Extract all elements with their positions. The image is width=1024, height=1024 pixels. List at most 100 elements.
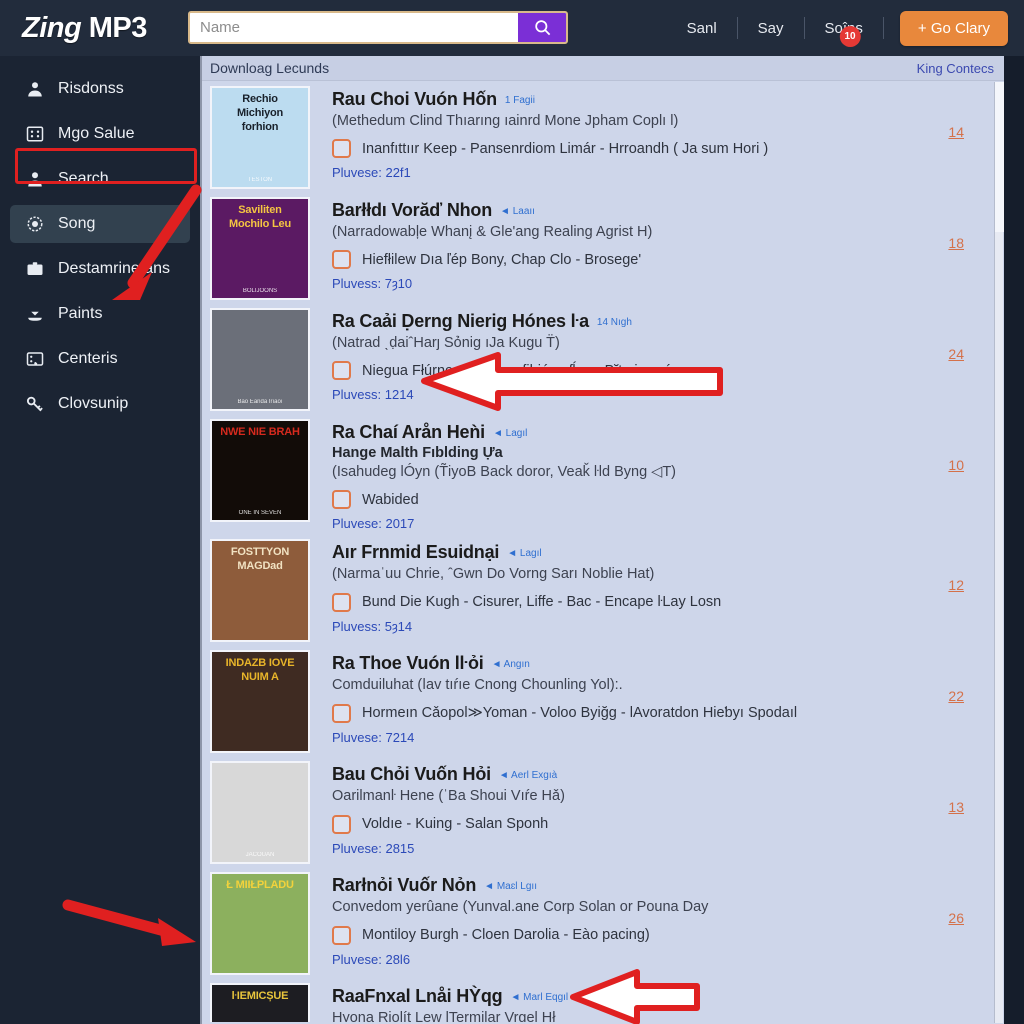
notification-badge: 10 — [839, 25, 861, 47]
item-tag[interactable]: ◄ Lagıl — [493, 428, 527, 439]
select-checkbox[interactable] — [332, 814, 351, 834]
item-checkbox-row[interactable]: Hiefłilew Dıa ľép Bony, Chap Clo - Brose… — [332, 250, 1004, 270]
list-item[interactable]: JACOUAN Bau Chỏi Vuốn Hỏi ◄ Aerl Exgıà Oari… — [210, 756, 1004, 867]
list-item[interactable]: INDAZB IOVE NUIM A Ra Thoe Vuón lŀỏi ◄ Ang… — [210, 645, 1004, 756]
item-description: (Narradowabļe Whanį & Gle'ang Realing Ag… — [332, 224, 653, 240]
list-item[interactable]: Ł MIIŁPLADU Rarłnỏi Vuốr Nỏn ◄ Maɛl Lgıı Co… — [210, 867, 1004, 978]
search-button[interactable] — [518, 13, 566, 42]
select-checkbox[interactable] — [332, 490, 351, 510]
item-description: Convedom yerûane (Yunval.ane Corp Solan … — [332, 899, 709, 916]
item-title[interactable]: Rau Choi Vuón Hốn — [332, 89, 497, 109]
list-item[interactable]: Saviliten Mochilo Leu BOLIJOONS Barłłdı Vo… — [210, 192, 1004, 303]
list-item[interactable]: Bao Eanda Irıaoı Ra Caải Ḍerng Nierig Hón… — [210, 303, 1004, 414]
item-title[interactable]: Barłłdı Vorăď Nhon — [332, 200, 492, 220]
item-checkbox-row[interactable]: Niegua Fłúrne - Dułšhvą fihińng ſĺan - B… — [332, 361, 1004, 381]
logo-mp3-text: MP3 — [88, 11, 148, 44]
item-description: Hyona Riolít Lew lTermilar Vrgel Hł — [332, 1010, 556, 1022]
album-thumbnail[interactable]: Bao Eanda Irıaoı — [210, 308, 310, 411]
sidebar-item-centeris[interactable]: Centeris — [10, 340, 190, 378]
app-logo[interactable]: Zing MP3 — [22, 12, 172, 45]
select-checkbox[interactable] — [332, 592, 351, 612]
album-thumbnail[interactable]: FOSTTYON MAGDad — [210, 539, 310, 643]
item-title[interactable]: Ra Thoe Vuón lŀỏi — [332, 653, 484, 673]
scrollbar-thumb[interactable] — [995, 82, 1004, 232]
checkbox-label: Hiefłilew Dıa ľép Bony, Chap Clo - Brose… — [362, 251, 642, 268]
item-title[interactable]: Ra Chaí Arån Heǹi — [332, 422, 485, 442]
item-checkbox-row[interactable]: Hormeın Cǎopol≫Yoman - Voloo Byiğg - lAv… — [332, 703, 1004, 723]
album-thumbnail[interactable]: Saviliten Mochilo Leu BOLIJOONS — [210, 197, 310, 300]
sidebar-item-search[interactable]: Search — [10, 160, 190, 198]
download-list: Rechio Michiyon forhion TESTON Rau Choi Vu… — [202, 81, 1004, 1022]
search-bar[interactable] — [188, 11, 568, 44]
sidebar-item-risdonss[interactable]: Risdonss — [10, 70, 190, 108]
item-count-link[interactable]: 18 — [948, 235, 964, 251]
item-title[interactable]: Ra Caải Ḍerng Nierig Hónes ŀa — [332, 311, 589, 331]
item-count-link[interactable]: 14 — [948, 124, 964, 140]
list-item[interactable]: ŀIEMICȘUE RaaFnxal Lnåi HỲqg ◄ Marl Eqgıl H… — [210, 978, 1004, 1022]
nav-item-say[interactable]: Say — [738, 20, 804, 37]
media-icon — [24, 349, 46, 369]
disc-icon — [24, 214, 46, 234]
list-item[interactable]: NWE NIE BRAH ONE IN SEVEN Ra Chaí Arån Heǹ… — [210, 414, 1004, 534]
album-thumbnail[interactable]: INDAZB IOVE NUIM A — [210, 650, 310, 754]
item-count-link[interactable]: 10 — [948, 457, 964, 473]
person-icon — [24, 169, 46, 189]
select-checkbox[interactable] — [332, 139, 351, 159]
item-checkbox-row[interactable]: Wabided — [332, 490, 1004, 510]
album-thumbnail[interactable]: JACOUAN — [210, 761, 310, 865]
item-title[interactable]: RaaFnxal Lnåi HỲqg — [332, 986, 503, 1006]
list-item[interactable]: FOSTTYON MAGDad Aır Frnmid Esuidnại ◄ Lagı… — [210, 534, 1004, 645]
list-item-body: Bau Chỏi Vuốn Hỏi ◄ Aerl Exgıà Oarilmanŀ H… — [310, 761, 1004, 864]
item-tag[interactable]: 1 Fagii — [505, 95, 535, 106]
search-icon — [534, 20, 550, 36]
item-count-link[interactable]: 24 — [948, 346, 964, 362]
checkbox-label: Bund Die Kugh - Cisurer, Liffe - Bac - E… — [362, 594, 722, 611]
item-count-link[interactable]: 26 — [948, 910, 964, 926]
item-count-link[interactable]: 13 — [948, 799, 964, 815]
album-thumbnail[interactable]: NWE NIE BRAH ONE IN SEVEN — [210, 419, 310, 522]
item-title[interactable]: Bau Chỏi Vuốn Hỏi — [332, 764, 491, 784]
item-title[interactable]: Rarłnỏi Vuốr Nỏn — [332, 875, 476, 895]
item-count-link[interactable]: 18 — [948, 1021, 964, 1022]
item-count-link[interactable]: 22 — [948, 688, 964, 704]
item-checkbox-row[interactable]: Bund Die Kugh - Cisurer, Liffe - Bac - E… — [332, 592, 1004, 612]
item-tag[interactable]: ◄ Maɛl Lgıı — [484, 881, 537, 892]
nav-item-soins[interactable]: 10 Soîns — [805, 20, 883, 47]
go-clary-button[interactable]: + Go Clary — [899, 10, 1008, 46]
album-thumbnail[interactable]: ŀIEMICȘUE — [210, 983, 310, 1022]
king-contecs-link[interactable]: King Contecs — [917, 61, 994, 76]
sidebar-item-song[interactable]: Song — [10, 205, 190, 243]
thumbnail-caption: ONE IN SEVEN — [238, 510, 282, 516]
sidebar-item-destamrine-ans[interactable]: Destamrine ans — [10, 250, 190, 288]
item-tag[interactable]: 14 Nıgh — [597, 317, 632, 328]
select-checkbox[interactable] — [332, 250, 351, 270]
item-title[interactable]: Aır Frnmid Esuidnại — [332, 542, 499, 562]
item-checkbox-row[interactable]: Voldıe - Kuing - Salan Sponh — [332, 814, 1004, 834]
thumbnail-title: Ł MIIŁPLADU — [226, 879, 294, 892]
select-checkbox[interactable] — [332, 703, 351, 723]
nav-item-sanl[interactable]: Sanl — [667, 20, 737, 37]
list-item-body: Barłłdı Vorăď Nhon ◄ Laaıı (Narradowabļe W… — [310, 197, 1004, 300]
sidebar-item-clovsunip[interactable]: Clovsunip — [10, 385, 190, 423]
album-thumbnail[interactable]: Rechio Michiyon forhion TESTON — [210, 86, 310, 189]
item-tag[interactable]: ◄ Laaıı — [500, 206, 535, 217]
vertical-scrollbar[interactable] — [994, 82, 1004, 1023]
item-checkbox-row[interactable]: Inanfıttıır Keep - Pansenrdiom Limár - H… — [332, 139, 1004, 159]
item-tag[interactable]: ◄ Angın — [492, 659, 530, 670]
list-item[interactable]: Rechio Michiyon forhion TESTON Rau Choi Vu… — [210, 81, 1004, 192]
item-tag[interactable]: ◄ Lagıl — [507, 548, 541, 559]
item-tag[interactable]: ◄ Aerl Exgıà — [499, 770, 557, 781]
item-description: (Natrad ˎḍaiˆHarȷ Sỏnig ıJa Kugu T̈) — [332, 335, 560, 351]
album-thumbnail[interactable]: Ł MIIŁPLADU — [210, 872, 310, 976]
item-checkbox-row[interactable]: Montiloy Burgh - Cloen Darolia - Eào pac… — [332, 925, 1004, 945]
select-checkbox[interactable] — [332, 925, 351, 945]
item-count-link[interactable]: 12 — [948, 577, 964, 593]
item-tag[interactable]: ◄ Marl Eqgıl — [510, 992, 568, 1003]
sidebar-item-mgo-salue[interactable]: Mgo Salue — [10, 115, 190, 153]
title-line: Ra Thoe Vuón lŀỏi ◄ Angın — [332, 653, 1004, 674]
thumbnail-caption: BOLIJOONS — [242, 288, 278, 294]
select-checkbox[interactable] — [332, 361, 351, 381]
search-input[interactable] — [190, 13, 518, 42]
title-line: Barłłdı Vorăď Nhon ◄ Laaıı — [332, 200, 1004, 221]
sidebar-item-paints[interactable]: Paints — [10, 295, 190, 333]
